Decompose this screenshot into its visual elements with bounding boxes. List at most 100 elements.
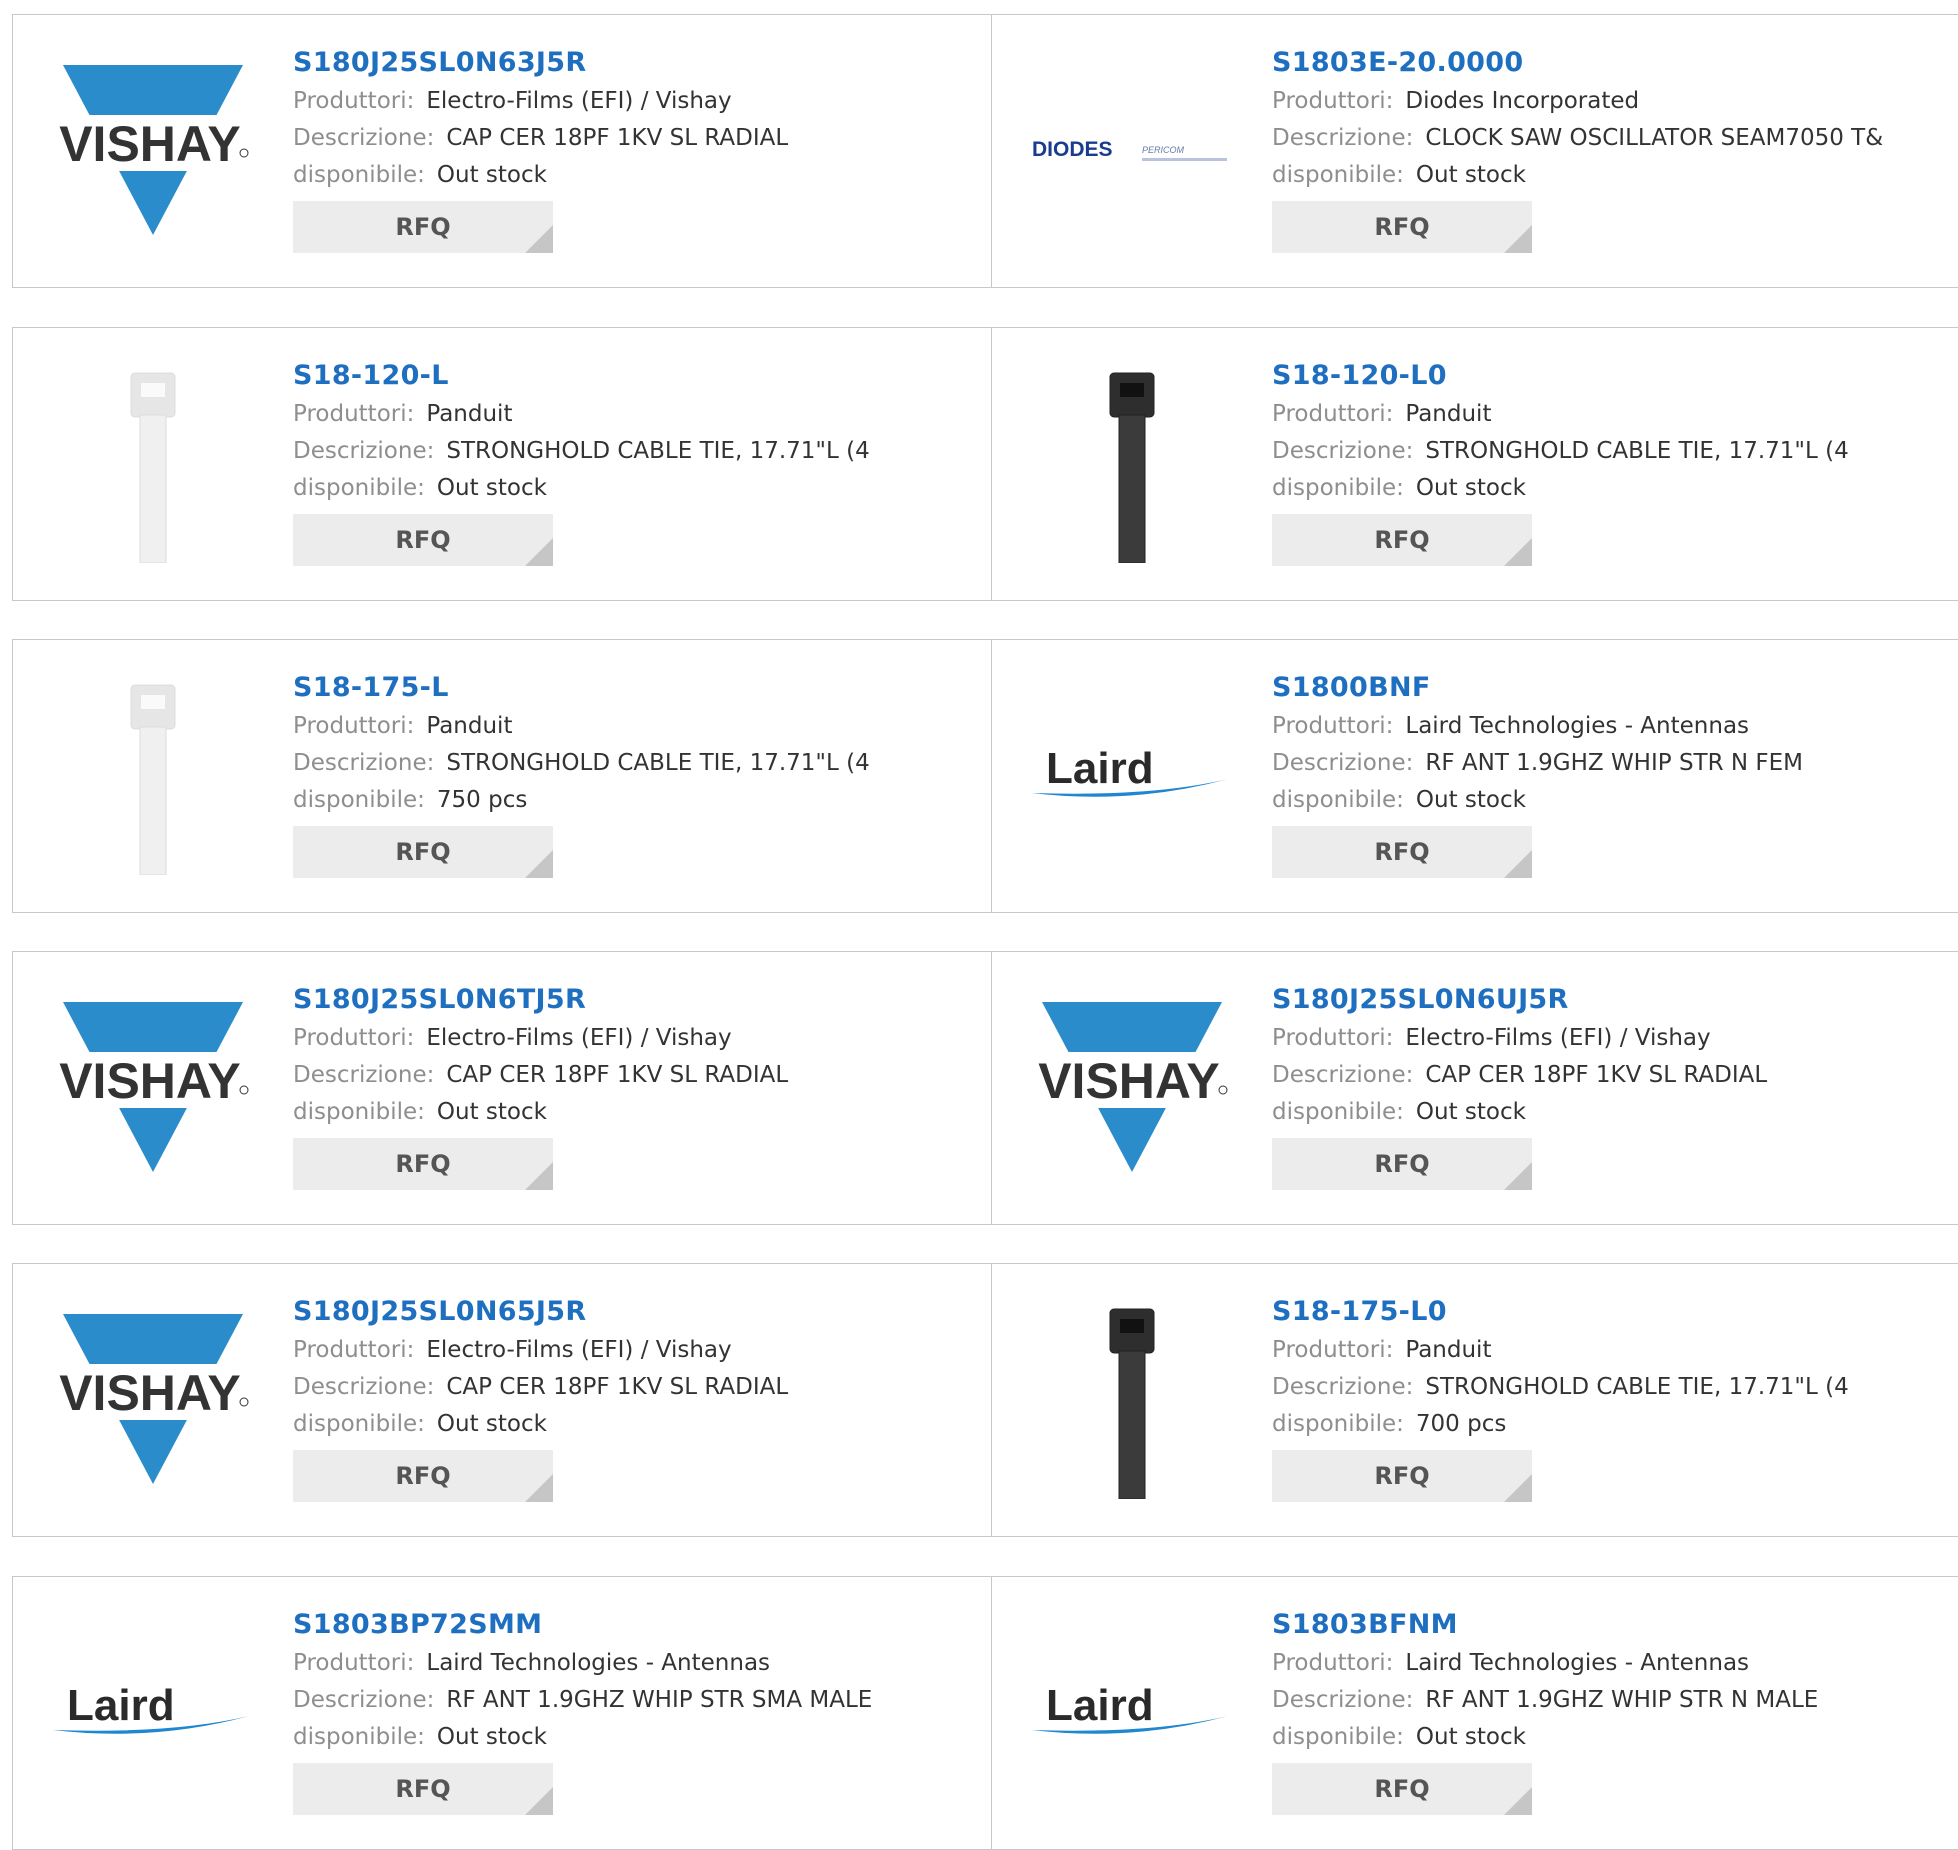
rfq-corner-decoration xyxy=(1504,1474,1532,1502)
product-image[interactable]: DIODES PERICOM xyxy=(1022,35,1242,265)
product-info: S18-175-L Produttori: Panduit Descrizione… xyxy=(293,668,870,878)
description-value: STRONGHOLD CABLE TIE, 17.71"L (4 xyxy=(446,750,870,776)
product-row: VISHAY S180J25SL0N63J5R Produttori: Elect… xyxy=(12,14,1958,288)
description-line: Descrizione: STRONGHOLD CABLE TIE, 17.71"… xyxy=(1272,433,1849,470)
part-number-link[interactable]: S18-120-L0 xyxy=(1272,356,1849,396)
availability-label: disponibile: xyxy=(293,1411,425,1437)
availability-label: disponibile: xyxy=(293,475,425,501)
manufacturer-line: Produttori: Panduit xyxy=(293,396,870,433)
rfq-button[interactable]: RFQ xyxy=(293,514,553,566)
rfq-corner-decoration xyxy=(525,1162,553,1190)
rfq-button[interactable]: RFQ xyxy=(293,1763,553,1815)
product-image[interactable] xyxy=(1022,1284,1242,1514)
manufacturer-line: Produttori: Laird Technologies - Antennas xyxy=(293,1645,872,1682)
availability-line: disponibile: Out stock xyxy=(293,1719,872,1756)
rfq-corner-decoration xyxy=(1504,225,1532,253)
manufacturer-label: Produttori: xyxy=(1272,1650,1394,1676)
description-value: RF ANT 1.9GHZ WHIP STR N MALE xyxy=(1425,1687,1819,1713)
part-number-link[interactable]: S180J25SL0N6UJ5R xyxy=(1272,980,1767,1020)
rfq-label: RFQ xyxy=(1374,1462,1430,1490)
part-number-link[interactable]: S1803E-20.0000 xyxy=(1272,43,1883,83)
product-image[interactable]: VISHAY xyxy=(43,972,263,1202)
part-number-link[interactable]: S180J25SL0N65J5R xyxy=(293,1292,788,1332)
part-number-link[interactable]: S1803BFNM xyxy=(1272,1605,1818,1645)
description-label: Descrizione: xyxy=(293,750,435,776)
part-number-link[interactable]: S180J25SL0N6TJ5R xyxy=(293,980,788,1020)
manufacturer-label: Produttori: xyxy=(1272,1337,1394,1363)
product-card: Laird S1803BP72SMM Produttori: Laird Tech… xyxy=(13,1577,991,1849)
product-image[interactable]: Laird xyxy=(43,1597,263,1827)
part-number-link[interactable]: S1800BNF xyxy=(1272,668,1803,708)
product-card: VISHAY S180J25SL0N6UJ5R Produttori: Elect… xyxy=(991,952,1958,1224)
rfq-button[interactable]: RFQ xyxy=(293,826,553,878)
availability-line: disponibile: Out stock xyxy=(1272,1719,1818,1756)
description-label: Descrizione: xyxy=(1272,750,1414,776)
product-image[interactable] xyxy=(1022,348,1242,578)
rfq-corner-decoration xyxy=(1504,538,1532,566)
product-card: VISHAY S180J25SL0N63J5R Produttori: Elect… xyxy=(13,15,991,287)
part-number-link[interactable]: S18-175-L xyxy=(293,668,870,708)
cable-tie-icon xyxy=(130,684,176,875)
description-value: STRONGHOLD CABLE TIE, 17.71"L (4 xyxy=(1425,1374,1849,1400)
product-row: VISHAY S180J25SL0N65J5R Produttori: Elect… xyxy=(12,1263,1958,1537)
description-line: Descrizione: CLOCK SAW OSCILLATOR SEAM705… xyxy=(1272,120,1883,157)
manufacturer-label: Produttori: xyxy=(1272,88,1394,114)
product-image[interactable] xyxy=(43,348,263,578)
part-number-link[interactable]: S18-175-L0 xyxy=(1272,1292,1849,1332)
rfq-label: RFQ xyxy=(395,213,451,241)
rfq-button[interactable]: RFQ xyxy=(293,201,553,253)
rfq-button[interactable]: RFQ xyxy=(1272,826,1532,878)
pericom-logo-text: PERICOM xyxy=(1142,145,1185,155)
description-label: Descrizione: xyxy=(293,1062,435,1088)
product-image[interactable]: VISHAY xyxy=(43,1284,263,1514)
availability-line: disponibile: Out stock xyxy=(293,1406,788,1443)
availability-label: disponibile: xyxy=(1272,1099,1404,1125)
manufacturer-label: Produttori: xyxy=(293,1025,415,1051)
product-image[interactable]: Laird xyxy=(1022,1597,1242,1827)
manufacturer-label: Produttori: xyxy=(293,401,415,427)
part-number-link[interactable]: S1803BP72SMM xyxy=(293,1605,872,1645)
rfq-button[interactable]: RFQ xyxy=(1272,1763,1532,1815)
rfq-label: RFQ xyxy=(1374,1150,1430,1178)
rfq-button[interactable]: RFQ xyxy=(1272,1138,1532,1190)
rfq-button[interactable]: RFQ xyxy=(293,1138,553,1190)
availability-label: disponibile: xyxy=(1272,1724,1404,1750)
description-value: CAP CER 18PF 1KV SL RADIAL xyxy=(1425,1062,1768,1088)
manufacturer-value: Laird Technologies - Antennas xyxy=(1405,713,1750,739)
product-image[interactable]: VISHAY xyxy=(43,35,263,265)
vishay-logo-text: VISHAY xyxy=(59,1053,241,1109)
manufacturer-label: Produttori: xyxy=(293,713,415,739)
rfq-button[interactable]: RFQ xyxy=(1272,201,1532,253)
product-info: S1800BNF Produttori: Laird Technologies -… xyxy=(1272,668,1803,878)
diodes-logo: DIODES PERICOM xyxy=(1032,138,1227,161)
description-label: Descrizione: xyxy=(1272,1062,1414,1088)
product-image[interactable]: VISHAY xyxy=(1022,972,1242,1202)
part-number-link[interactable]: S180J25SL0N63J5R xyxy=(293,43,788,83)
description-value: CAP CER 18PF 1KV SL RADIAL xyxy=(446,1062,789,1088)
laird-logo-text: Laird xyxy=(67,1681,175,1730)
manufacturer-value: Electro-Films (EFI) / Vishay xyxy=(426,1025,732,1051)
rfq-button[interactable]: RFQ xyxy=(293,1450,553,1502)
product-image[interactable]: Laird xyxy=(1022,660,1242,890)
rfq-button[interactable]: RFQ xyxy=(1272,1450,1532,1502)
availability-value: Out stock xyxy=(1415,1099,1526,1125)
vishay-logo: VISHAY xyxy=(1032,1002,1232,1172)
availability-value: Out stock xyxy=(1415,475,1526,501)
product-info: S18-120-L Produttori: Panduit Descrizione… xyxy=(293,356,870,566)
product-card: Laird S1803BFNM Produttori: Laird Technol… xyxy=(991,1577,1958,1849)
manufacturer-label: Produttori: xyxy=(293,1650,415,1676)
manufacturer-value: Panduit xyxy=(1405,401,1492,427)
description-line: Descrizione: CAP CER 18PF 1KV SL RADIAL xyxy=(293,120,788,157)
vishay-logo: VISHAY xyxy=(53,65,253,235)
rfq-corner-decoration xyxy=(1504,1787,1532,1815)
manufacturer-line: Produttori: Laird Technologies - Antennas xyxy=(1272,708,1803,745)
description-label: Descrizione: xyxy=(293,1374,435,1400)
rfq-button[interactable]: RFQ xyxy=(1272,514,1532,566)
product-card: VISHAY S180J25SL0N6TJ5R Produttori: Elect… xyxy=(13,952,991,1224)
product-info: S18-175-L0 Produttori: Panduit Descrizion… xyxy=(1272,1292,1849,1502)
product-info: S180J25SL0N63J5R Produttori: Electro-Film… xyxy=(293,43,788,253)
part-number-link[interactable]: S18-120-L xyxy=(293,356,870,396)
product-image[interactable] xyxy=(43,660,263,890)
product-info: S180J25SL0N6UJ5R Produttori: Electro-Film… xyxy=(1272,980,1767,1190)
availability-value: 700 pcs xyxy=(1415,1411,1507,1437)
